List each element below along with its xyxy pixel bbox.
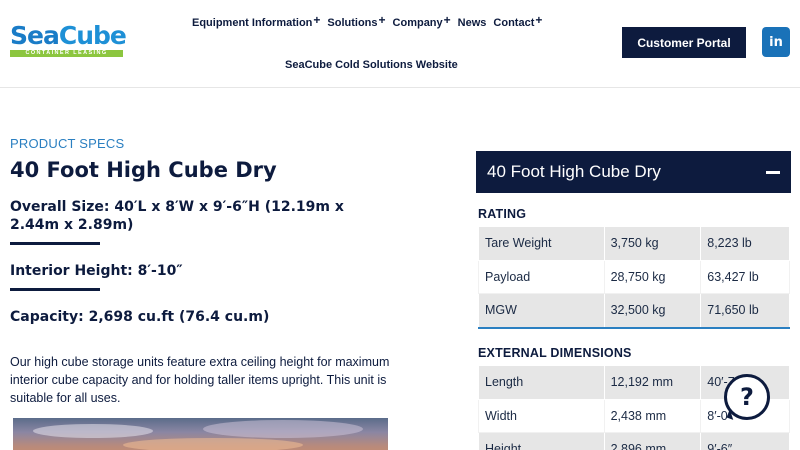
nav-link-cold-solutions[interactable]: SeaCube Cold Solutions Website: [285, 59, 458, 71]
nav-item-equipment-information[interactable]: Equipment Information +: [192, 13, 321, 35]
rating-table: Tare Weight 3,750 kg 8,223 lb Payload 28…: [478, 226, 790, 328]
minus-icon[interactable]: [766, 171, 780, 174]
section-label-rating: RATING: [478, 207, 527, 221]
seacube-logo[interactable]: SeaCube CONTAINER LEASING: [10, 22, 127, 58]
main-nav: Equipment Information + Solutions + Compan…: [192, 13, 549, 35]
linkedin-icon[interactable]: in: [762, 27, 790, 57]
capacity-spec: Capacity: 2,698 cu.ft (76.4 cu.m): [10, 309, 270, 325]
question-mark-icon: ?: [740, 383, 754, 411]
table-row: Tare Weight 3,750 kg 8,223 lb: [478, 226, 790, 261]
nav-item-contact[interactable]: Contact +: [493, 13, 543, 35]
plus-icon: +: [535, 13, 543, 27]
interior-height-spec: Interior Height: 8′-10″: [10, 263, 183, 279]
nav-item-solutions[interactable]: Solutions +: [327, 13, 386, 35]
plus-icon: +: [313, 13, 321, 27]
help-chat-button[interactable]: ?: [724, 374, 770, 420]
section-label-external-dimensions: EXTERNAL DIMENSIONS: [478, 346, 632, 360]
customer-portal-button[interactable]: Customer Portal: [622, 27, 746, 58]
product-title: 40 Foot High Cube Dry: [10, 158, 277, 182]
table-row: Payload 28,750 kg 63,427 lb: [478, 259, 790, 294]
divider: [478, 327, 790, 329]
container-photo: [13, 418, 388, 450]
table-row: Height 2,896 mm 9′-6″: [478, 432, 790, 450]
logo-wordmark: SeaCube: [10, 21, 127, 50]
product-specs-eyebrow: PRODUCT SPECS: [10, 136, 125, 151]
plus-icon: +: [443, 13, 451, 27]
divider: [10, 242, 100, 245]
site-header: SeaCube CONTAINER LEASING Equipment Info…: [0, 0, 800, 88]
divider: [10, 288, 100, 291]
nav-item-company[interactable]: Company +: [393, 13, 451, 35]
nav-item-news[interactable]: News: [458, 17, 487, 35]
table-row: MGW 32,500 kg 71,650 lb: [478, 293, 790, 328]
product-description: Our high cube storage units feature extr…: [10, 355, 390, 405]
overall-size-spec: Overall Size: 40′L x 8′W x 9′-6″H (12.19…: [10, 199, 344, 233]
spec-panel-header[interactable]: 40 Foot High Cube Dry: [476, 151, 791, 193]
plus-icon: +: [378, 13, 386, 27]
logo-tagline: CONTAINER LEASING: [10, 50, 123, 57]
spec-panel-title: 40 Foot High Cube Dry: [487, 162, 661, 181]
